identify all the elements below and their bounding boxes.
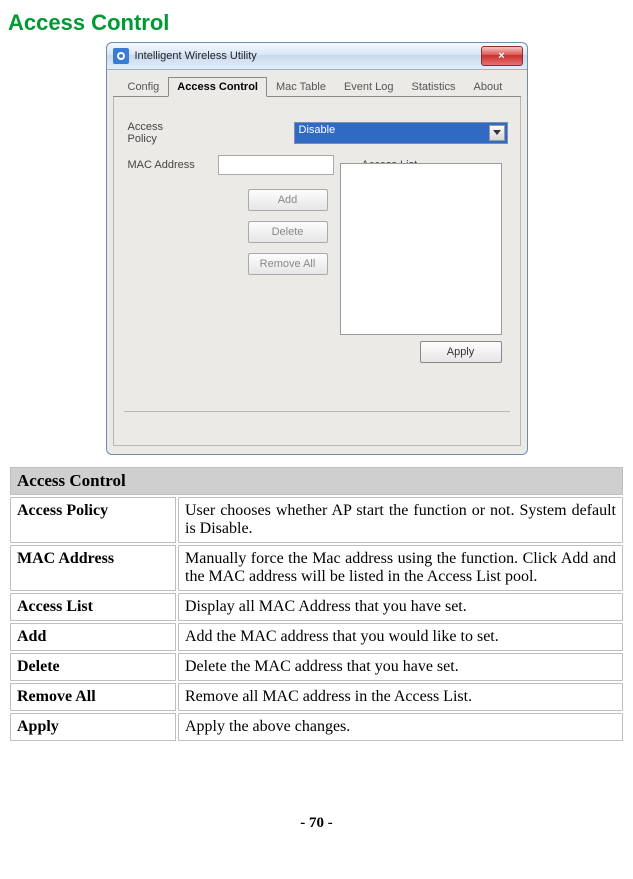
table-row: Delete Delete the MAC address that you h… [10, 653, 623, 681]
row-value: Remove all MAC address in the Access Lis… [178, 683, 623, 711]
access-list-box[interactable] [340, 163, 502, 335]
page-number: - 70 - [8, 815, 625, 832]
page-title: Access Control [8, 10, 625, 36]
row-value: Apply the above changes. [178, 713, 623, 741]
row-key: Delete [10, 653, 176, 681]
tab-mac-table[interactable]: Mac Table [267, 77, 335, 97]
window-titlebar: Intelligent Wireless Utility × [107, 43, 527, 70]
label-mac-address: MAC Address [128, 159, 218, 171]
mac-address-input[interactable] [218, 155, 334, 175]
row-value: Manually force the Mac address using the… [178, 545, 623, 591]
table-row: Access Policy User chooses whether AP st… [10, 497, 623, 543]
close-button[interactable]: × [481, 46, 523, 66]
row-key: Apply [10, 713, 176, 741]
row-value: Display all MAC Address that you have se… [178, 593, 623, 621]
tab-event-log[interactable]: Event Log [335, 77, 403, 97]
table-row: MAC Address Manually force the Mac addre… [10, 545, 623, 591]
table-row: Remove All Remove all MAC address in the… [10, 683, 623, 711]
remove-all-button[interactable]: Remove All [248, 253, 328, 275]
tab-bar: Config Access Control Mac Table Event Lo… [113, 76, 521, 97]
access-policy-select[interactable]: Disable [294, 122, 508, 144]
table-row: Add Add the MAC address that you would l… [10, 623, 623, 651]
tab-about[interactable]: About [465, 77, 512, 97]
table-row: Access List Display all MAC Address that… [10, 593, 623, 621]
label-access-policy: Access Policy [128, 121, 174, 145]
row-key: Access Policy [10, 497, 176, 543]
add-button[interactable]: Add [248, 189, 328, 211]
table-row: Apply Apply the above changes. [10, 713, 623, 741]
row-value: User chooses whether AP start the functi… [178, 497, 623, 543]
row-key: Add [10, 623, 176, 651]
app-window: Intelligent Wireless Utility × Config Ac… [106, 42, 528, 455]
table-header: Access Control [10, 467, 623, 495]
description-table: Access Control Access Policy User choose… [8, 465, 625, 743]
panel-divider [124, 411, 510, 412]
apply-button[interactable]: Apply [420, 341, 502, 363]
delete-button[interactable]: Delete [248, 221, 328, 243]
row-key: Access List [10, 593, 176, 621]
row-value: Add the MAC address that you would like … [178, 623, 623, 651]
row-key: MAC Address [10, 545, 176, 591]
row-key: Remove All [10, 683, 176, 711]
tab-access-control[interactable]: Access Control [168, 77, 267, 97]
tab-config[interactable]: Config [119, 77, 169, 97]
window-title: Intelligent Wireless Utility [135, 50, 257, 62]
close-icon: × [498, 50, 504, 62]
tab-statistics[interactable]: Statistics [402, 77, 464, 97]
row-value: Delete the MAC address that you have set… [178, 653, 623, 681]
app-icon [113, 48, 129, 64]
dialog-screenshot: Intelligent Wireless Utility × Config Ac… [8, 42, 625, 455]
tab-panel: Access Policy Disable MAC Address Access… [113, 97, 521, 446]
